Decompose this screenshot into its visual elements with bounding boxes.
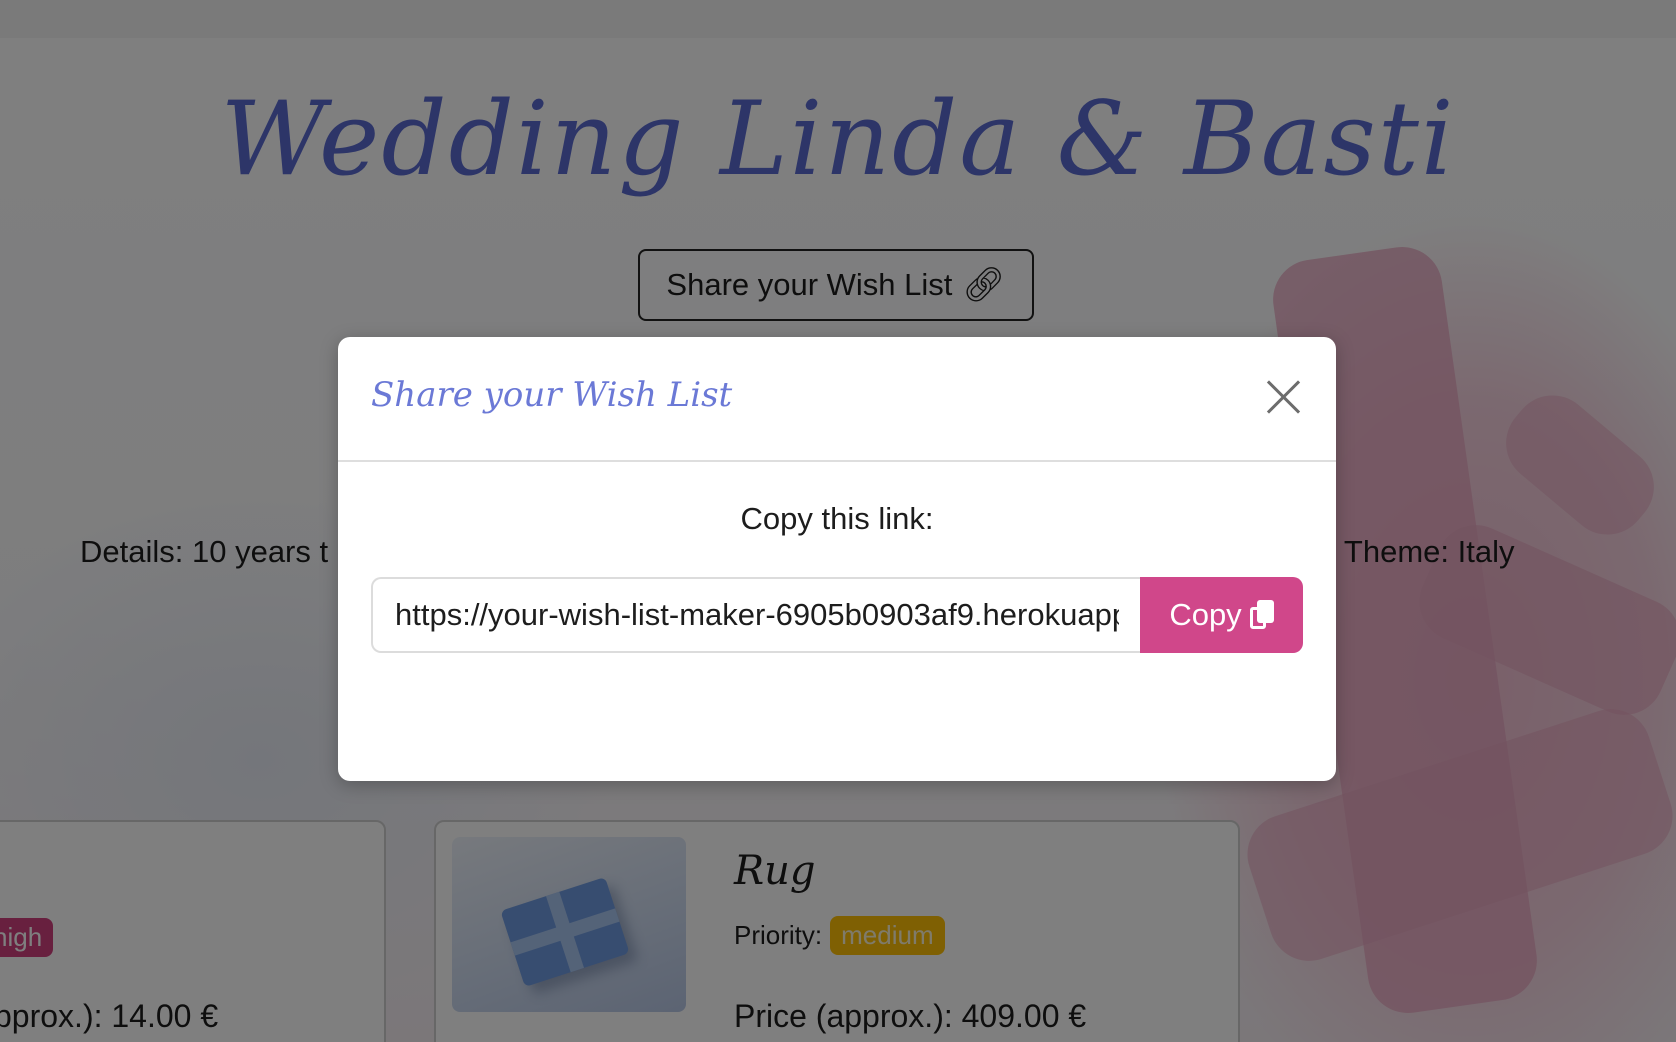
share-link-input[interactable]: [371, 577, 1141, 653]
close-icon[interactable]: [1262, 375, 1306, 419]
copy-button-label: Copy: [1169, 597, 1242, 632]
copy-link-label: Copy this link:: [740, 501, 934, 536]
copy-icon: [1249, 600, 1274, 630]
modal-title: Share your Wish List: [371, 375, 733, 415]
modal-header: Share your Wish List: [338, 337, 1336, 462]
share-modal: Share your Wish List Copy this link: Cop…: [338, 337, 1336, 781]
copy-button[interactable]: Copy: [1140, 577, 1303, 653]
